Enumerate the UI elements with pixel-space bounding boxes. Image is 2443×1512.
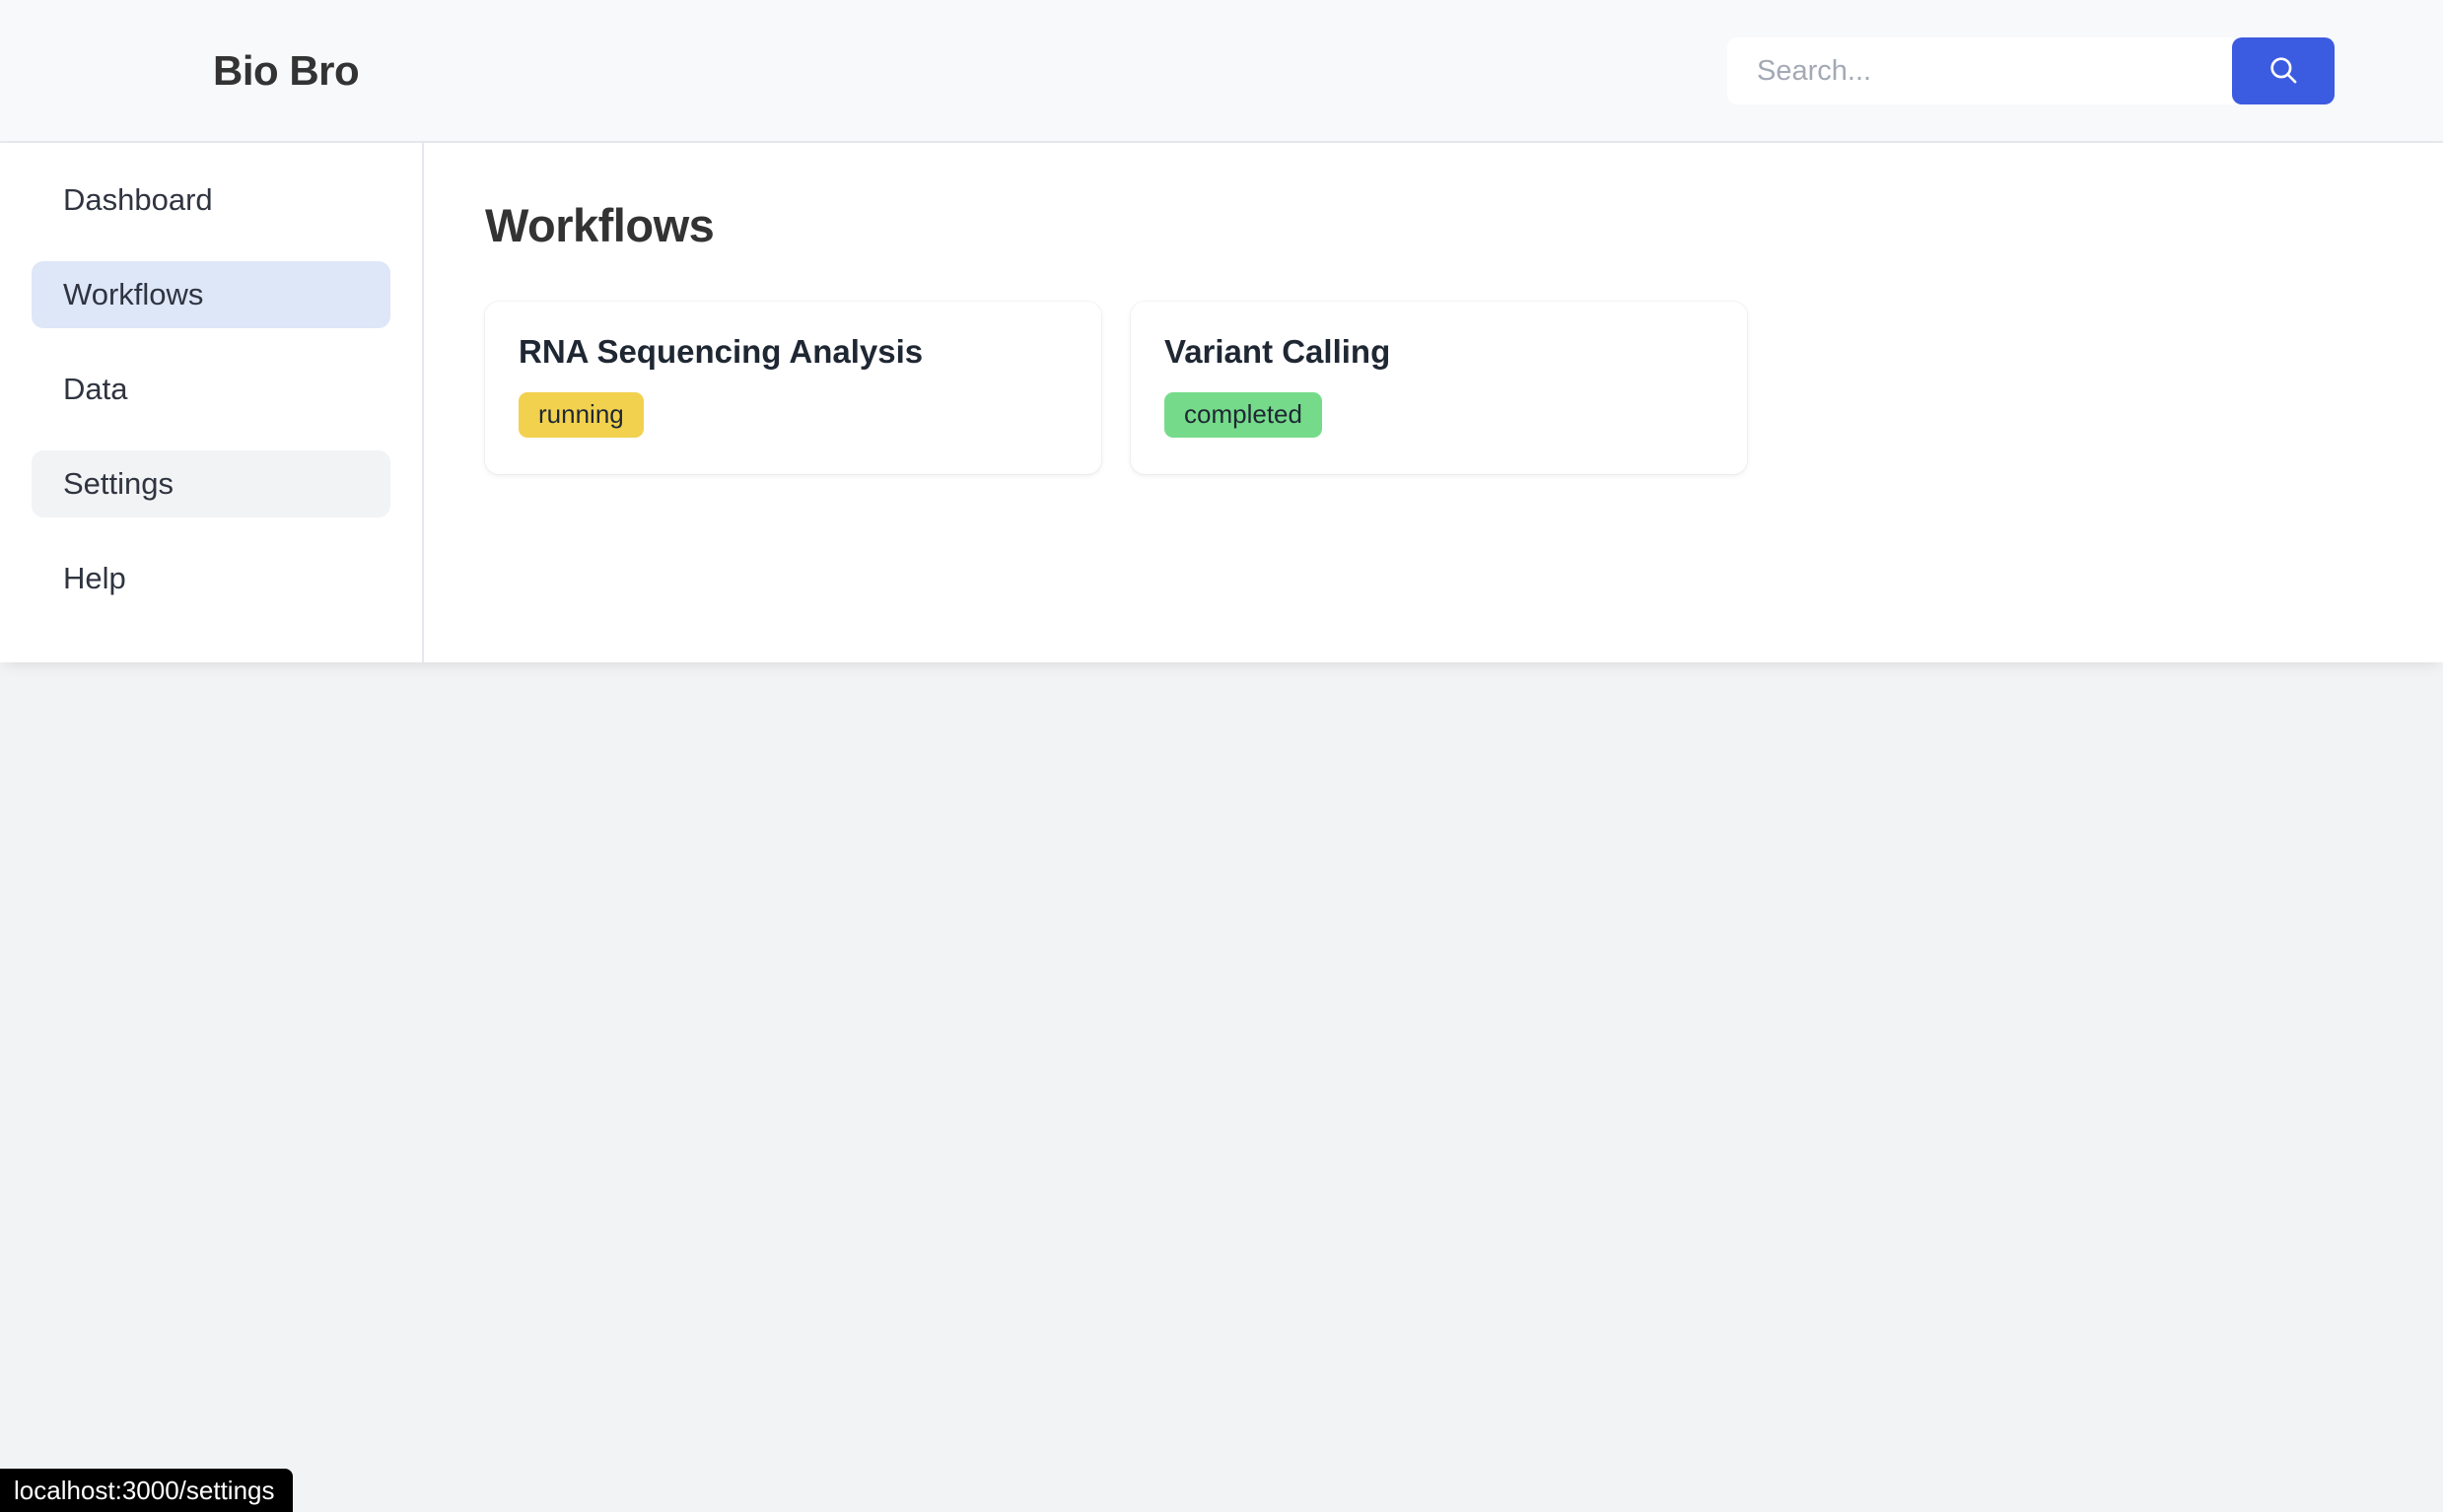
- app-root: Bio Bro Dashboard Workflows: [0, 0, 2443, 1512]
- sidebar-item-workflows[interactable]: Workflows: [32, 261, 390, 328]
- sidebar-item-settings[interactable]: Settings: [32, 450, 390, 517]
- search-icon: [2267, 53, 2300, 90]
- app-logo: Bio Bro: [213, 46, 360, 94]
- status-badge: running: [519, 392, 644, 438]
- app-shell: Dashboard Workflows Data Settings Help W…: [0, 143, 2443, 662]
- sidebar-item-dashboard[interactable]: Dashboard: [32, 167, 390, 234]
- search-bar: [1727, 37, 2335, 104]
- sidebar: Dashboard Workflows Data Settings Help: [0, 143, 424, 662]
- sidebar-item-label: Dashboard: [63, 182, 213, 217]
- app-header: Bio Bro: [0, 0, 2443, 143]
- sidebar-item-label: Help: [63, 561, 126, 595]
- status-badge: completed: [1164, 392, 1322, 438]
- search-input[interactable]: [1727, 37, 2240, 104]
- page-title: Workflows: [485, 199, 715, 251]
- sidebar-item-label: Settings: [63, 466, 174, 501]
- sidebar-item-data[interactable]: Data: [32, 356, 390, 423]
- sidebar-item-help[interactable]: Help: [32, 545, 390, 612]
- sidebar-item-label: Workflows: [63, 277, 204, 311]
- workflow-card[interactable]: Variant Calling completed: [1131, 302, 1747, 474]
- workflow-card-grid: RNA Sequencing Analysis running Variant …: [485, 302, 2443, 474]
- workflow-title: Variant Calling: [1164, 333, 1391, 370]
- workflow-card[interactable]: RNA Sequencing Analysis running: [485, 302, 1101, 474]
- search-button[interactable]: [2232, 37, 2335, 104]
- main-content: Workflows RNA Sequencing Analysis runnin…: [424, 143, 2443, 662]
- status-bar-url: localhost:3000/settings: [0, 1469, 293, 1512]
- workflow-title: RNA Sequencing Analysis: [519, 333, 924, 370]
- sidebar-item-label: Data: [63, 372, 128, 406]
